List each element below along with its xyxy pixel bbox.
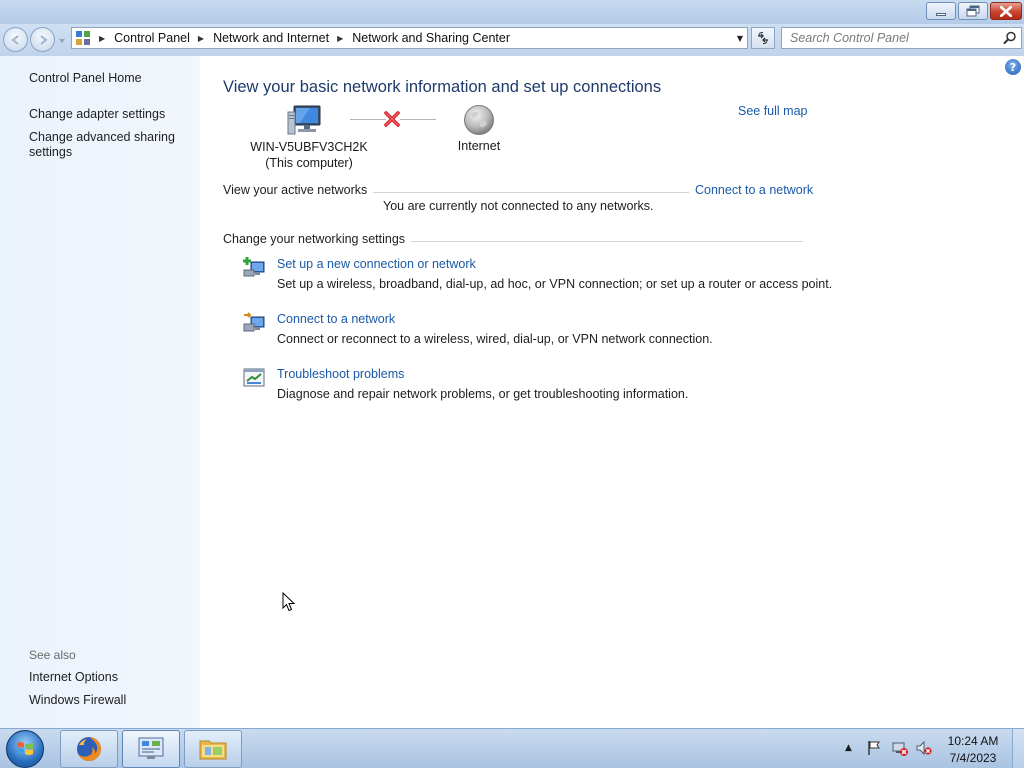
search-input[interactable]	[790, 28, 1000, 48]
title-bar	[0, 0, 1024, 24]
taskbar: ▲ 10:24 AM 7/4/2023	[0, 728, 1024, 768]
network-status-text: You are currently not connected to any n…	[383, 199, 654, 213]
setup-new-connection-description: Set up a wireless, broadband, dial-up, a…	[277, 277, 833, 291]
action-center-flag-icon[interactable]	[866, 740, 882, 756]
restore-icon	[966, 5, 980, 17]
back-arrow-icon	[10, 34, 19, 45]
troubleshoot-icon	[243, 368, 265, 387]
refresh-icon	[758, 31, 768, 45]
connect-to-network-description: Connect or reconnect to a wireless, wire…	[277, 332, 713, 346]
navigation-bar: ▶ Control Panel ▶ Network and Internet ▶…	[0, 24, 1024, 56]
recent-pages-dropdown-icon[interactable]	[58, 37, 66, 45]
computer-name-label: WIN-V5UBFV3CH2K (This computer)	[240, 139, 378, 171]
close-button[interactable]	[990, 2, 1022, 20]
breadcrumb-network-and-internet[interactable]: Network and Internet	[213, 31, 329, 45]
connect-to-network-task-link[interactable]: Connect to a network	[277, 312, 395, 326]
main-content: ? View your basic network information an…	[200, 56, 1024, 728]
troubleshoot-problems-link[interactable]: Troubleshoot problems	[277, 367, 404, 381]
back-button[interactable]	[3, 27, 28, 52]
control-panel-icon	[138, 737, 164, 759]
address-dropdown-icon[interactable]: ▼	[737, 34, 743, 43]
change-adapter-settings-link[interactable]: Change adapter settings	[29, 107, 165, 122]
breadcrumb-separator[interactable]: ▶	[198, 34, 204, 43]
show-desktop-button[interactable]	[1012, 729, 1024, 768]
computer-sublabel: (This computer)	[265, 156, 353, 170]
breadcrumb-network-and-sharing-center[interactable]: Network and Sharing Center	[352, 31, 510, 45]
active-networks-heading: View your active networks	[223, 183, 374, 197]
minimize-button[interactable]	[926, 2, 956, 20]
breadcrumb-separator[interactable]: ▶	[337, 34, 343, 43]
control-panel-icon	[75, 30, 91, 46]
taskbar-firefox-button[interactable]	[60, 730, 118, 768]
new-connection-icon	[243, 257, 265, 277]
close-icon	[1000, 5, 1012, 17]
disconnected-x-icon	[384, 111, 400, 127]
mouse-cursor-icon	[282, 592, 296, 612]
troubleshoot-problems-description: Diagnose and repair network problems, or…	[277, 387, 689, 401]
internet-label: Internet	[457, 139, 501, 153]
see-also-heading: See also	[29, 648, 76, 662]
network-disconnected-icon[interactable]	[892, 740, 908, 756]
taskbar-control-panel-button[interactable]	[122, 730, 180, 768]
forward-arrow-icon	[39, 34, 48, 45]
folder-icon	[199, 740, 227, 760]
computer-icon[interactable]	[286, 103, 326, 137]
taskbar-explorer-button[interactable]	[184, 730, 242, 768]
internet-options-link[interactable]: Internet Options	[29, 670, 118, 685]
search-icon[interactable]	[1003, 31, 1017, 45]
help-icon[interactable]: ?	[1005, 59, 1021, 75]
clock-time[interactable]: 10:24 AM	[940, 734, 1006, 748]
connect-network-icon	[243, 312, 265, 332]
see-full-map-link[interactable]: See full map	[738, 104, 807, 118]
windows-firewall-link[interactable]: Windows Firewall	[29, 693, 126, 708]
setup-new-connection-link[interactable]: Set up a new connection or network	[277, 257, 476, 271]
left-pane: Control Panel Home Change adapter settin…	[0, 56, 200, 728]
volume-muted-icon[interactable]	[916, 740, 932, 756]
address-bar[interactable]: ▶ Control Panel ▶ Network and Internet ▶…	[71, 27, 748, 49]
computer-name: WIN-V5UBFV3CH2K	[250, 140, 368, 154]
refresh-button[interactable]	[751, 27, 775, 49]
show-hidden-icons-icon[interactable]: ▲	[845, 743, 852, 753]
minimize-icon	[936, 12, 946, 16]
page-title: View your basic network information and …	[223, 78, 662, 96]
change-advanced-sharing-settings-link[interactable]: Change advanced sharing settings	[29, 130, 179, 160]
control-panel-home-link[interactable]: Control Panel Home	[29, 71, 142, 86]
connection-line	[350, 119, 386, 120]
clock-date[interactable]: 7/4/2023	[940, 751, 1006, 765]
breadcrumb-separator[interactable]: ▶	[99, 34, 105, 43]
start-button[interactable]	[6, 730, 44, 768]
search-box	[781, 27, 1022, 49]
restore-button[interactable]	[958, 2, 988, 20]
connect-to-network-link[interactable]: Connect to a network	[689, 183, 814, 197]
connection-line	[400, 119, 436, 120]
breadcrumb-control-panel[interactable]: Control Panel	[114, 31, 190, 45]
windows-logo-icon	[17, 742, 33, 755]
networking-settings-heading: Change your networking settings	[223, 232, 412, 246]
forward-button[interactable]	[30, 27, 55, 52]
firefox-icon	[77, 737, 101, 761]
internet-globe-icon[interactable]	[463, 104, 495, 136]
